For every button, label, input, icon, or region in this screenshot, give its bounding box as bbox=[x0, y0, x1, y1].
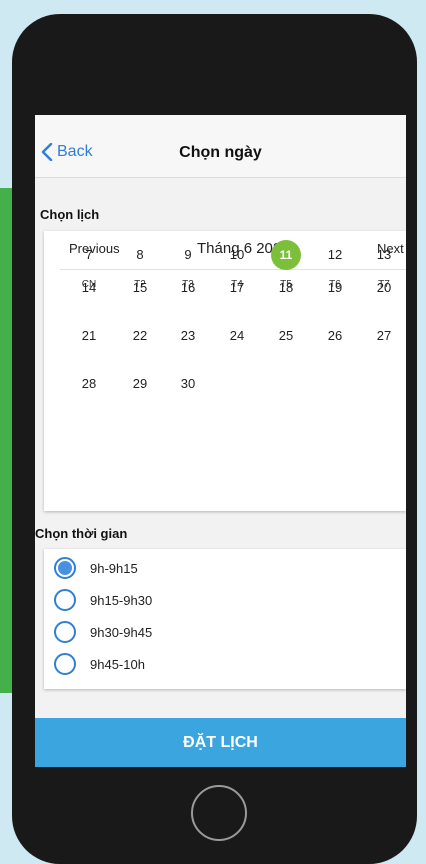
calendar-day[interactable]: 7 bbox=[74, 240, 104, 270]
time-option-label: 9h45-10h bbox=[90, 656, 145, 672]
calendar-day[interactable]: 24 bbox=[222, 321, 252, 351]
calendar-day[interactable]: 13 bbox=[369, 240, 399, 270]
calendar-day[interactable]: 23 bbox=[173, 321, 203, 351]
calendar: Previous Tháng 6 2020 Next CN T2 T3 T4 T5 T6 T… bbox=[44, 231, 406, 511]
calendar-day[interactable]: 30 bbox=[173, 369, 203, 399]
calendar-day[interactable]: 21 bbox=[74, 321, 104, 351]
radio-dot-icon bbox=[58, 561, 72, 575]
calendar-day[interactable]: 26 bbox=[320, 321, 350, 351]
calendar-day[interactable]: 29 bbox=[125, 369, 155, 399]
calendar-day[interactable]: 14 bbox=[74, 273, 104, 303]
home-button[interactable] bbox=[191, 785, 247, 841]
calendar-day[interactable]: 16 bbox=[173, 273, 203, 303]
time-option[interactable]: 9h45-10h bbox=[54, 651, 145, 677]
calendar-day[interactable]: 25 bbox=[271, 321, 301, 351]
calendar-day[interactable]: 8 bbox=[125, 240, 155, 270]
navigation-bar: Back Chọn ngày bbox=[35, 115, 406, 178]
radio-unchecked-icon[interactable] bbox=[54, 653, 76, 675]
page-title: Chọn ngày bbox=[179, 144, 262, 161]
calendar-day[interactable]: 17 bbox=[222, 273, 252, 303]
calendar-day[interactable]: 15 bbox=[125, 273, 155, 303]
time-option[interactable]: 9h15-9h30 bbox=[54, 587, 152, 613]
time-option[interactable]: 9h30-9h45 bbox=[54, 619, 152, 645]
calendar-day-selected[interactable]: 11 bbox=[271, 240, 301, 270]
time-section-label: Chọn thời gian bbox=[35, 526, 128, 541]
time-option-label: 9h30-9h45 bbox=[90, 624, 153, 640]
time-slot-list: 9h-9h15 9h15-9h30 9h30-9h45 9h45-10h bbox=[44, 549, 406, 689]
radio-unchecked-icon[interactable] bbox=[54, 621, 76, 643]
time-option-label: 9h-9h15 bbox=[90, 560, 138, 576]
calendar-day[interactable]: 27 bbox=[369, 321, 399, 351]
calendar-day[interactable]: 10 bbox=[222, 240, 252, 270]
calendar-day[interactable]: 18 bbox=[271, 273, 301, 303]
radio-unchecked-icon[interactable] bbox=[54, 589, 76, 611]
calendar-day[interactable]: 22 bbox=[125, 321, 155, 351]
calendar-day[interactable]: 19 bbox=[320, 273, 350, 303]
calendar-day[interactable]: 12 bbox=[320, 240, 350, 270]
time-option[interactable]: 9h-9h15 bbox=[54, 555, 138, 581]
calendar-section-label: Chọn lịch bbox=[40, 207, 100, 222]
book-appointment-button[interactable]: ĐẶT LỊCH bbox=[35, 718, 406, 767]
time-option-label: 9h15-9h30 bbox=[90, 592, 153, 608]
calendar-day[interactable]: 28 bbox=[74, 369, 104, 399]
app-screen: Back Chọn ngày Chọn lịch Previous Tháng … bbox=[35, 115, 406, 767]
calendar-day[interactable]: 20 bbox=[369, 273, 399, 303]
calendar-day[interactable]: 9 bbox=[173, 240, 203, 270]
radio-checked-icon[interactable] bbox=[54, 557, 76, 579]
